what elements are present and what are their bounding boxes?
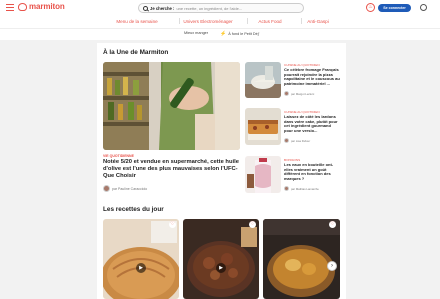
- search-label: Je cherche :: [150, 5, 175, 11]
- sub-nav: Mieux manger ⚡ À fond le Petit Déj': [0, 28, 440, 38]
- main-article-title[interactable]: Notée 5/20 et vendue en supermarché, cet…: [103, 159, 239, 181]
- author-avatar: [284, 138, 289, 143]
- recipe-card-image[interactable]: [103, 219, 179, 299]
- content-card: À la Une de Marmiton VIE QUOTIDIENNE Not…: [97, 43, 346, 299]
- main-article-category: VIE QUOTIDIENNE: [103, 154, 134, 158]
- nav-item-anti-gaspi[interactable]: Anti-Gaspi: [298, 16, 338, 26]
- play-icon[interactable]: ▶: [216, 263, 226, 273]
- favorite-heart-icon[interactable]: ♡: [169, 221, 176, 228]
- subnav-label: À fond le Petit Déj': [228, 32, 260, 36]
- subnav-item-mieux-manger[interactable]: Mieux manger: [184, 31, 208, 35]
- author-avatar: [103, 185, 110, 192]
- chef-icon[interactable]: ♨: [366, 3, 375, 12]
- nav-item-actus-food[interactable]: Actus Food: [250, 16, 302, 26]
- author-avatar: [284, 186, 289, 191]
- marmiton-logo[interactable]: marmiton: [18, 2, 65, 11]
- subnav-item-petit-dej[interactable]: ⚡ À fond le Petit Déj': [220, 31, 259, 37]
- side-article-author: par Margot Leclerc: [284, 91, 314, 96]
- favorite-heart-icon[interactable]: ♡: [249, 221, 256, 228]
- recipe-card-image[interactable]: [263, 219, 340, 299]
- login-button[interactable]: Se connecter: [378, 4, 411, 12]
- main-nav: Menu de la semaine Univers Electroménage…: [0, 16, 440, 27]
- menu-icon[interactable]: [6, 4, 14, 11]
- user-icon[interactable]: [420, 4, 427, 11]
- nav-item-menu-semaine[interactable]: Menu de la semaine: [106, 16, 180, 26]
- play-icon[interactable]: ▶: [136, 263, 146, 273]
- author-name: par Pauline Caracciolo: [112, 186, 148, 191]
- carousel-next-icon[interactable]: ›: [327, 261, 337, 271]
- main-article-image[interactable]: [103, 62, 240, 150]
- main-article-author: par Pauline Caracciolo: [103, 185, 147, 192]
- recipe-card-image[interactable]: [183, 219, 259, 299]
- section-title-une: À la Une de Marmiton: [103, 49, 169, 56]
- subnav-label: Mieux manger: [184, 31, 209, 35]
- notification-icon[interactable]: [345, 3, 354, 12]
- side-article-title[interactable]: Les eaux en bouteille ont-elles vraiment…: [284, 162, 340, 182]
- search-bar[interactable]: Je cherche :: [138, 3, 304, 13]
- side-article-image[interactable]: [245, 156, 281, 193]
- search-input[interactable]: [176, 5, 297, 11]
- section-title-recettes: Les recettes du jour: [103, 206, 164, 213]
- side-article-image[interactable]: [245, 62, 281, 98]
- logo-text: marmiton: [29, 2, 65, 11]
- author-name: par Mathias Lamarche: [291, 186, 319, 191]
- nav-item-electromenager[interactable]: Univers Electroménager: [180, 16, 248, 26]
- side-article-title[interactable]: Laissez de côté les lardons dans votre c…: [284, 114, 340, 134]
- chef-hat-icon: [18, 2, 27, 11]
- site-header: marmiton Je cherche : ♨ Se connecter Men…: [0, 0, 440, 40]
- lightning-icon: ⚡: [220, 31, 227, 37]
- author-name: par Margot Leclerc: [291, 91, 315, 96]
- author-avatar: [284, 91, 289, 96]
- favorite-heart-icon[interactable]: ♡: [329, 221, 336, 228]
- side-article-title[interactable]: Ce célèbre fromage Français pourrait rej…: [284, 67, 340, 87]
- side-article-author: par Mathias Lamarche: [284, 186, 319, 191]
- search-icon[interactable]: [143, 5, 148, 11]
- author-name: par Lisa Dufour: [291, 138, 311, 143]
- side-article-image[interactable]: [245, 108, 281, 145]
- side-article-author: par Lisa Dufour: [284, 138, 310, 143]
